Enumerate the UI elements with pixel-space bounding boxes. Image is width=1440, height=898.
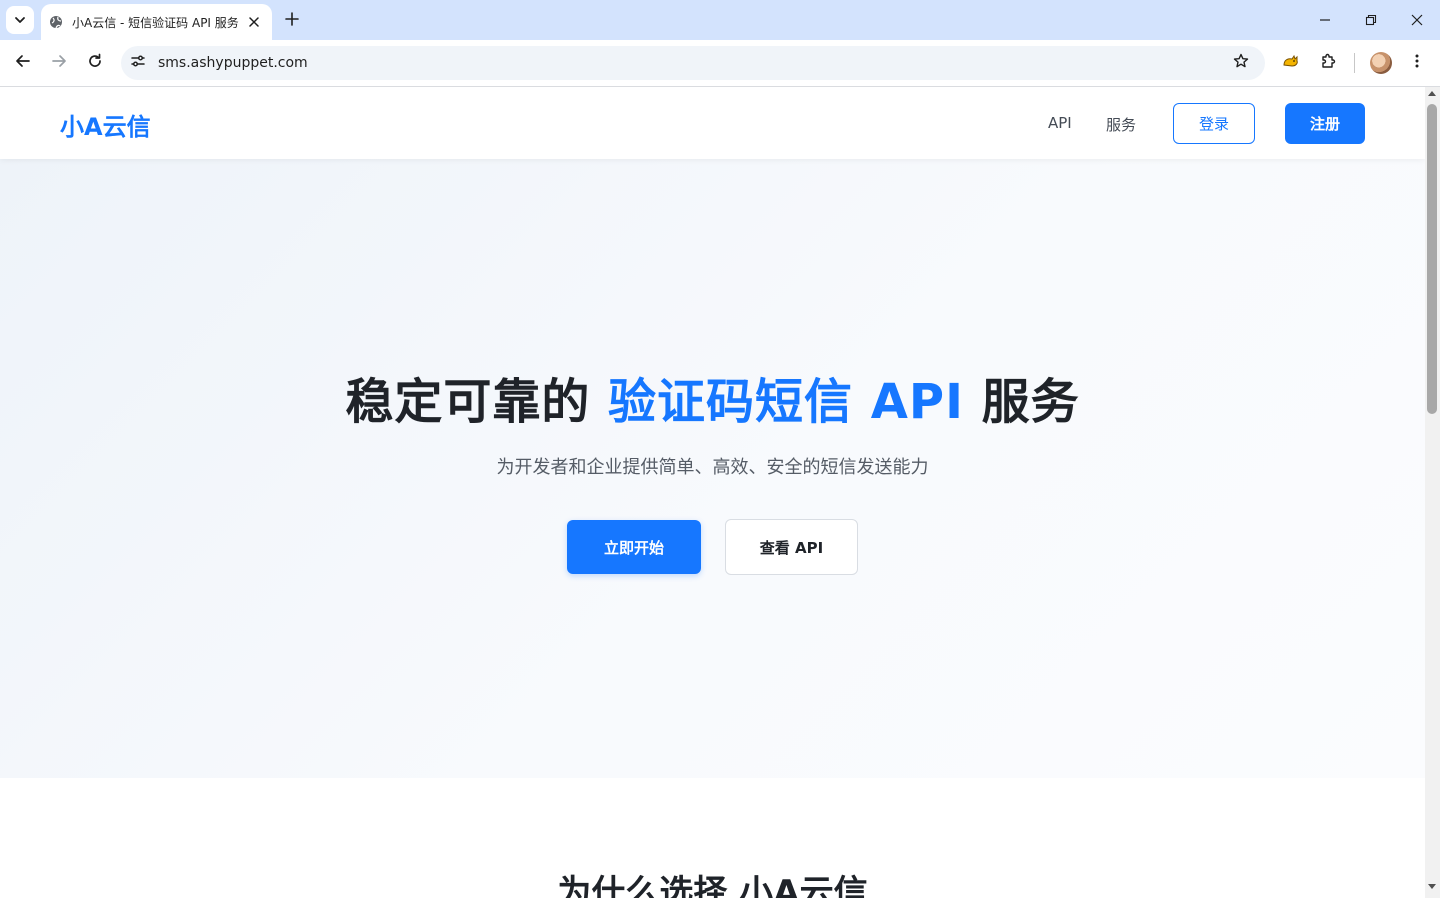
toolbar-divider (1354, 53, 1355, 73)
page-viewport: 小A云信 API 服务 登录 注册 稳定可靠的 验证码短信 API 服务 为开发… (0, 87, 1425, 898)
kebab-menu-icon (1415, 53, 1419, 73)
minimize-button[interactable] (1313, 8, 1337, 32)
hero-title-part2: 服务 (963, 374, 1080, 430)
close-icon[interactable] (246, 14, 262, 30)
scrollbar-thumb[interactable] (1427, 104, 1437, 414)
hero-section: 稳定可靠的 验证码短信 API 服务 为开发者和企业提供简单、高效、安全的短信发… (0, 159, 1425, 778)
nav-link-api[interactable]: API (1048, 114, 1072, 132)
reload-button[interactable] (81, 49, 109, 77)
nav-link-services[interactable]: 服务 (1106, 114, 1136, 135)
browser-tab-active[interactable]: 小A云信 - 短信验证码 API 服务 (41, 4, 272, 40)
close-window-button[interactable] (1405, 8, 1429, 32)
login-button[interactable]: 登录 (1173, 103, 1255, 144)
profile-button[interactable] (1367, 49, 1395, 77)
avatar (1370, 52, 1392, 74)
close-icon (1411, 11, 1423, 30)
cat-icon (1282, 53, 1300, 73)
url-text[interactable]: sms.ashypuppet.com (158, 55, 1227, 71)
extensions-button[interactable] (1314, 49, 1342, 77)
hero-title-highlight: 验证码短信 API (608, 374, 964, 430)
features-section-title: 为什么选择 小A云信 (557, 873, 868, 898)
new-tab-button[interactable] (280, 8, 304, 32)
plus-icon (285, 11, 299, 30)
address-bar[interactable]: sms.ashypuppet.com (121, 46, 1265, 80)
minimize-icon (1319, 11, 1331, 30)
star-icon (1233, 53, 1249, 73)
hero-title: 稳定可靠的 验证码短信 API 服务 (0, 362, 1425, 432)
signup-button[interactable]: 注册 (1285, 103, 1365, 144)
globe-icon (49, 15, 63, 29)
tab-title: 小A云信 - 短信验证码 API 服务 (72, 15, 239, 30)
back-button[interactable] (9, 49, 37, 77)
scroll-down-arrow-icon[interactable] (1428, 884, 1436, 889)
forward-button[interactable] (45, 49, 73, 77)
hero-title-part1: 稳定可靠的 (345, 374, 609, 430)
browser-menu-button[interactable] (1403, 49, 1431, 77)
site-info-button[interactable] (124, 49, 152, 77)
restore-button[interactable] (1359, 8, 1383, 32)
browser-toolbar: sms.ashypuppet.com (0, 40, 1440, 86)
chevron-down-icon (14, 11, 26, 30)
tune-icon (130, 53, 146, 73)
bookmark-button[interactable] (1227, 49, 1255, 77)
restore-icon (1365, 11, 1377, 30)
hero-subtitle: 为开发者和企业提供简单、高效、安全的短信发送能力 (496, 457, 929, 478)
site-logo[interactable]: 小A云信 (60, 107, 151, 142)
view-api-button[interactable]: 查看 API (725, 519, 858, 575)
scroll-up-arrow-icon[interactable] (1428, 91, 1436, 96)
get-started-button[interactable]: 立即开始 (567, 520, 701, 574)
page-scrollbar[interactable] (1425, 87, 1440, 898)
puzzle-icon (1320, 53, 1336, 73)
arrow-right-icon (51, 53, 67, 73)
site-header: 小A云信 API 服务 登录 注册 (0, 87, 1425, 159)
browser-tabstrip: 小A云信 - 短信验证码 API 服务 (0, 0, 1440, 40)
arrow-left-icon (15, 53, 31, 73)
extension-pet-button[interactable] (1277, 49, 1305, 77)
tab-search-button[interactable] (6, 6, 34, 34)
reload-icon (87, 53, 103, 73)
